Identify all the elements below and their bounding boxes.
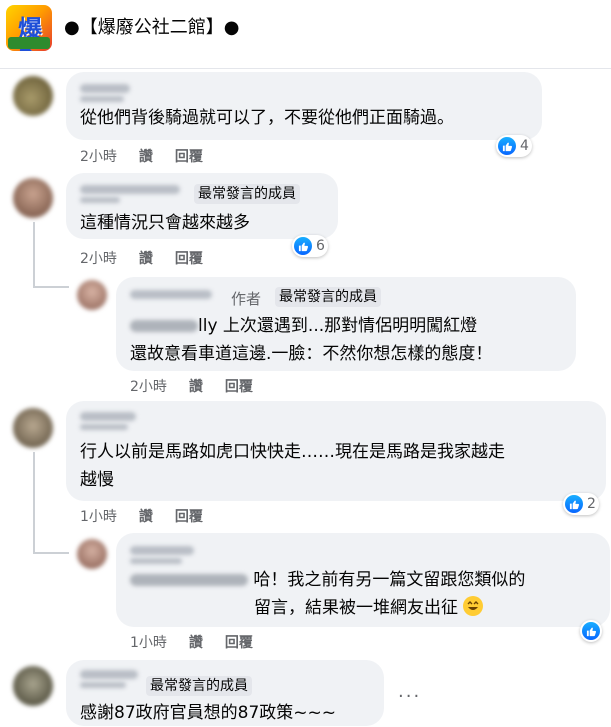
comment-text: 越慢	[80, 470, 114, 490]
comment-actions: 1小時 讚 回覆	[80, 508, 203, 526]
comment-text-line: 留言，結果被一堆網友出征	[254, 598, 458, 618]
member-badge: 最常發言的成員	[146, 676, 252, 696]
like-button[interactable]: 讚	[189, 634, 203, 652]
like-button[interactable]: 讚	[139, 148, 153, 166]
comment-time[interactable]: 1小時	[130, 634, 167, 652]
member-badge: 最常發言的成員	[194, 184, 300, 204]
like-button[interactable]: 讚	[139, 508, 153, 526]
comment-text: 這種情況只會越來越多	[80, 213, 250, 233]
commenter-name[interactable]	[80, 670, 138, 679]
comment-text: 哈！我之前有另一篇文留跟您類似的	[130, 567, 525, 594]
laughing-emoji-icon	[463, 596, 484, 616]
group-logo-base	[8, 37, 50, 49]
group-title[interactable]: ●【爆廢公社二館】●	[64, 16, 239, 40]
comment-time[interactable]: 1小時	[80, 508, 117, 526]
mention-name[interactable]	[130, 574, 248, 586]
comment-actions: 2小時 讚 回覆	[80, 250, 203, 268]
avatar[interactable]	[77, 539, 107, 569]
comment-text: 行人以前是馬路如虎口快快走……現在是馬路是我家越走	[80, 442, 505, 462]
commenter-name[interactable]	[130, 546, 194, 555]
comment-text: 從他們背後騎過就可以了，不要從他們正面騎過。	[80, 108, 454, 128]
reply-button[interactable]: 回覆	[175, 250, 203, 268]
commenter-name[interactable]	[80, 185, 180, 194]
avatar[interactable]	[13, 666, 53, 706]
like-icon	[294, 237, 312, 255]
comment-text: 感謝87政府官員想的87政策~~~	[80, 703, 336, 723]
avatar[interactable]	[13, 76, 53, 116]
commenter-name[interactable]	[80, 412, 136, 421]
reaction-count: 2	[587, 496, 596, 512]
comment-text: 還故意看車道這邊.一臉：不然你想怎樣的態度！	[130, 344, 493, 364]
reaction-summary[interactable]: 6	[292, 235, 328, 257]
reaction-summary[interactable]	[580, 620, 602, 642]
avatar[interactable]	[13, 178, 53, 218]
comment-text: lly 上次還遇到...那對情侶明明闖紅燈	[130, 313, 477, 340]
commenter-name[interactable]	[80, 84, 130, 93]
like-button[interactable]: 讚	[189, 378, 203, 396]
thread-line	[33, 452, 35, 554]
reaction-count: 4	[520, 138, 529, 154]
comment-text-line: 上次還遇到...那對情侶明明闖紅燈	[222, 316, 478, 336]
reply-button[interactable]: 回覆	[225, 634, 253, 652]
like-button[interactable]: 讚	[139, 250, 153, 268]
reply-button[interactable]: 回覆	[175, 508, 203, 526]
thread-line	[33, 552, 69, 554]
comment-time[interactable]: 2小時	[80, 250, 117, 268]
thread-line	[33, 286, 69, 288]
reaction-summary[interactable]: 2	[563, 493, 599, 515]
author-tag: 作者	[231, 290, 262, 308]
thread-line	[33, 222, 35, 288]
comment-actions: 1小時 讚 回覆	[130, 634, 253, 652]
avatar[interactable]	[77, 280, 107, 310]
comment-time[interactable]: 2小時	[130, 378, 167, 396]
like-icon	[582, 622, 600, 640]
group-logo[interactable]: 爆2公	[6, 5, 52, 51]
reply-button[interactable]: 回覆	[225, 378, 253, 396]
comment-actions: 2小時 讚 回覆	[80, 148, 203, 166]
header-divider	[0, 68, 611, 69]
commenter-name	[80, 682, 126, 688]
member-badge: 最常發言的成員	[275, 287, 381, 307]
commenter-name[interactable]	[130, 290, 212, 299]
commenter-name	[80, 197, 120, 203]
comment-actions: 2小時 讚 回覆	[130, 378, 253, 396]
comment-time[interactable]: 2小時	[80, 148, 117, 166]
avatar[interactable]	[13, 408, 53, 448]
mention-name[interactable]	[130, 320, 198, 332]
commenter-name	[80, 424, 128, 430]
comment-text-line: 哈！我之前有另一篇文留跟您類似的	[253, 570, 526, 590]
reaction-count: 6	[316, 238, 325, 254]
more-options-icon[interactable]: ···	[398, 686, 421, 707]
reply-button[interactable]: 回覆	[175, 148, 203, 166]
mention-suffix[interactable]: lly	[198, 316, 218, 336]
reaction-summary[interactable]: 4	[496, 135, 532, 157]
comment-text: 留言，結果被一堆網友出征	[254, 595, 484, 622]
like-icon	[498, 137, 516, 155]
commenter-name	[130, 558, 182, 564]
commenter-name	[80, 96, 124, 102]
like-icon	[565, 495, 583, 513]
